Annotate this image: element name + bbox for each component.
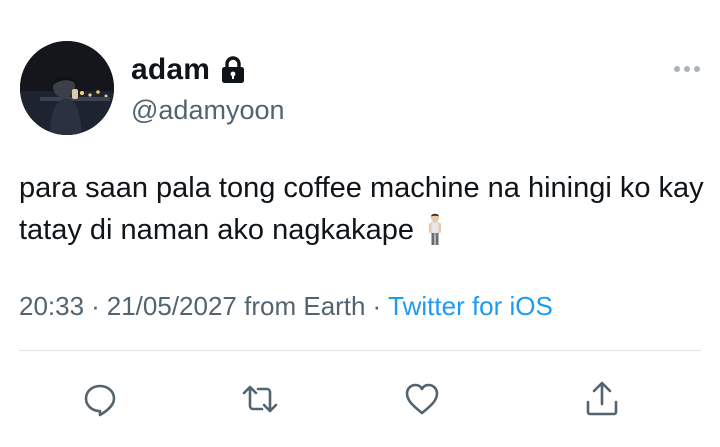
- tweet-card: adam @adamyoon para saan pala tong coffe…: [0, 0, 720, 447]
- meta-separator: ·: [91, 291, 100, 321]
- display-name[interactable]: adam: [131, 53, 210, 87]
- share-icon: [586, 381, 618, 416]
- more-options-icon[interactable]: [672, 62, 702, 76]
- retweet-icon: [242, 385, 278, 413]
- meta-separator-2: ·: [372, 291, 382, 321]
- tweet-text-content: para saan pala tong coffee machine na hi…: [19, 172, 704, 246]
- avatar[interactable]: [20, 41, 114, 135]
- avatar-image: [20, 41, 114, 135]
- tweet-date[interactable]: 21/05/2027: [107, 291, 237, 321]
- like-button[interactable]: [400, 377, 444, 421]
- reply-button[interactable]: [78, 377, 122, 421]
- action-bar: [0, 377, 720, 421]
- reply-icon: [84, 384, 116, 417]
- like-icon: [405, 383, 439, 415]
- display-name-row: adam: [131, 52, 246, 88]
- share-button[interactable]: [580, 377, 624, 421]
- tweet-text: para saan pala tong coffee machine na hi…: [19, 167, 709, 251]
- tweet-meta: 20:33 · 21/05/2027 from Earth · Twitter for …: [19, 291, 553, 322]
- tweet-location: from Earth: [244, 291, 366, 321]
- tweet-source-link[interactable]: Twitter for iOS: [388, 291, 553, 321]
- tweet-time[interactable]: 20:33: [19, 291, 84, 321]
- retweet-button[interactable]: [238, 377, 282, 421]
- person-standing-emoji: [426, 213, 444, 247]
- divider: [19, 350, 701, 351]
- lock-icon: [220, 55, 246, 85]
- user-handle[interactable]: @adamyoon: [131, 95, 285, 126]
